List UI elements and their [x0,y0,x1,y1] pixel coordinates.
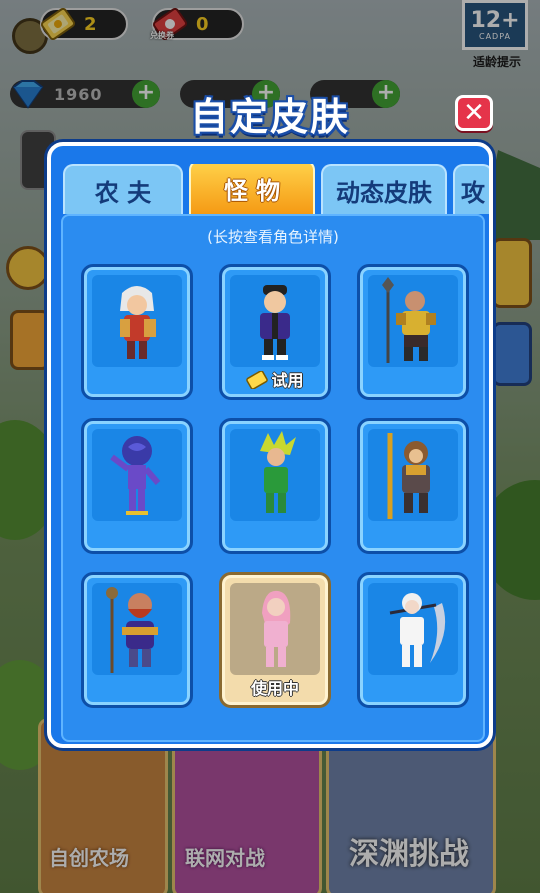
tab-bar: 农 夫 怪 物 动态皮肤 攻 [63,164,489,214]
tab-monster[interactable]: 怪 物 [189,164,315,214]
character-portrait [230,583,320,675]
skin-card[interactable] [219,418,331,554]
bearded-monk-icon [106,587,158,673]
tab-attack[interactable]: 攻 [453,164,489,214]
tab-dynamic-skin[interactable]: 动态皮肤 [321,164,447,214]
character-portrait [230,275,320,367]
gold-ticket-icon [246,371,269,389]
purple-jacket-boy-icon [260,285,290,360]
trial-text: 试用 [271,371,304,390]
skin-card-in-use[interactable]: 使用中 [219,572,331,708]
long-press-hint: (长按查看角色详情) [207,228,339,246]
green-hair-fighter-icon [260,431,296,513]
purple-rose-man-icon [110,436,161,515]
skin-card[interactable] [357,264,469,400]
skin-grid-panel: (长按查看角色详情) 试用 使用中 [61,214,485,742]
skin-dialog: 农 夫 怪 物 动态皮肤 攻 (长按查看角色详情) 试用 使用中 [47,142,493,748]
pink-suit-lady-icon [262,590,291,667]
character-portrait [92,275,182,367]
armored-general-icon [382,277,436,363]
skin-card[interactable]: 试用 [219,264,331,400]
in-use-label: 使用中 [250,679,299,698]
trial-label: 试用 [222,367,328,391]
character-portrait [92,583,182,675]
monkey-king-icon [387,433,430,519]
close-button[interactable]: ✕ [455,95,493,131]
close-icon: ✕ [463,98,485,128]
character-portrait [92,429,182,521]
skin-card[interactable] [81,264,193,400]
skin-card[interactable] [81,418,193,554]
white-suit-reaper-icon [389,593,446,667]
tab-farmer[interactable]: 农 夫 [63,164,183,214]
skin-card[interactable] [357,418,469,554]
character-portrait [368,275,458,367]
skin-card[interactable] [81,572,193,708]
character-portrait [368,429,458,521]
white-haired-warrior-icon [120,286,156,359]
skin-card[interactable] [357,572,469,708]
character-portrait [368,583,458,675]
character-portrait [230,429,320,521]
